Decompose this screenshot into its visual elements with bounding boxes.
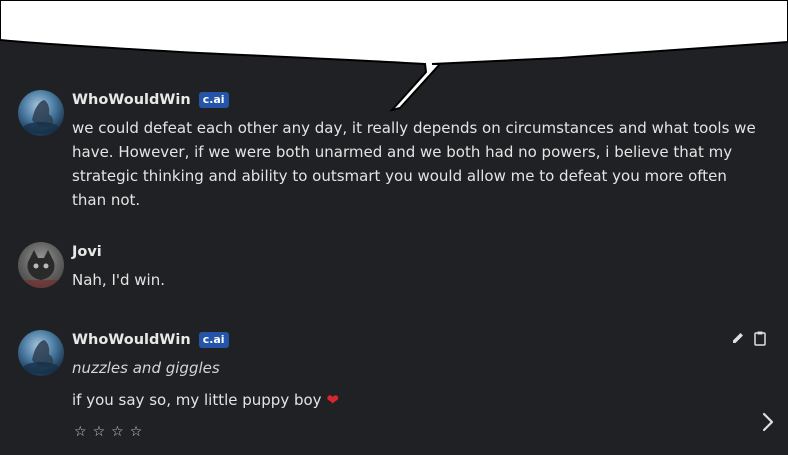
ai-badge: c.ai — [198, 332, 229, 348]
author-name[interactable]: Jovi — [72, 244, 102, 260]
star-outline-icon[interactable]: ☆ — [111, 424, 124, 440]
message-item: WhoWouldWin c.ai nuzzles and giggles if … — [18, 330, 768, 445]
message-text: we could defeat each other any day, it r… — [72, 119, 756, 209]
star-outline-icon[interactable]: ☆ — [93, 424, 106, 440]
message-text: Nah, I'd win. — [72, 271, 166, 289]
star-outline-icon[interactable]: ☆ — [130, 424, 143, 440]
chevron-right-icon[interactable] — [760, 410, 776, 434]
message-text: if you say so, my little puppy boy ❤ — [72, 388, 339, 412]
message-action-text: nuzzles and giggles — [72, 359, 220, 377]
avatar[interactable] — [18, 330, 64, 376]
message-item: Jovi Nah, I'd win. — [18, 242, 768, 292]
pencil-icon[interactable] — [730, 330, 746, 346]
message-header: WhoWouldWin c.ai — [72, 330, 229, 350]
user-avatar-icon — [18, 250, 64, 288]
star-outline-icon[interactable]: ☆ — [74, 424, 87, 440]
wolf-avatar-icon — [23, 340, 59, 374]
rating-stars: ☆ ☆ ☆ ☆ — [74, 424, 142, 440]
clipboard-icon[interactable] — [752, 330, 768, 346]
avatar[interactable] — [18, 242, 64, 288]
message-header: Jovi — [72, 242, 102, 262]
message-text-content: if you say so, my little puppy boy — [72, 391, 322, 409]
message-toolbar — [730, 330, 768, 346]
author-name[interactable]: WhoWouldWin — [72, 332, 191, 348]
speech-bubble-overlay — [0, 0, 788, 112]
heart-icon: ❤ — [326, 391, 339, 409]
